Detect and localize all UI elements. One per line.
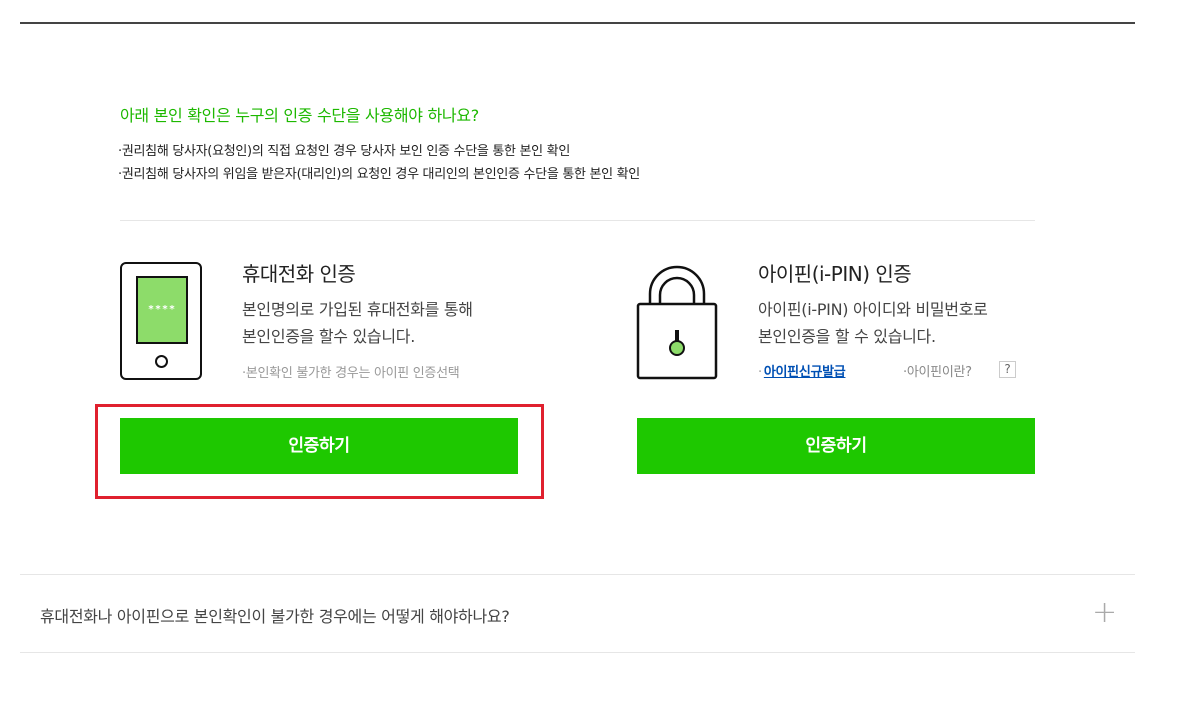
auth-rules-list: 권리침해 당사자(요청인)의 직접 요청인 경우 당사자 보인 인증 수단을 통…: [118, 140, 640, 186]
phone-auth-title: 휴대전화 인증: [242, 262, 356, 286]
padlock-icon: [636, 265, 718, 380]
phone-auth-note: 본인확인 불가한 경우는 아이핀 인증선택: [242, 362, 460, 381]
auth-rule-item: 권리침해 당사자의 위임을 받은자(대리인)의 요청인 경우 대리인의 본인인증…: [118, 163, 640, 186]
ipin-desc-line: 아이핀(i-PIN) 아이디와 비밀번호로: [758, 300, 988, 319]
faq-bottom-divider: [20, 652, 1135, 653]
ipin-auth-button[interactable]: 인증하기: [637, 418, 1035, 474]
phone-desc-line: 본인인증을 할수 있습니다.: [242, 327, 415, 346]
ipin-what-is-label: 아이핀이란?: [903, 361, 972, 380]
phone-screen: ****: [136, 276, 188, 344]
ipin-auth-title: 아이핀(i-PIN) 인증: [758, 262, 912, 286]
phone-desc-line: 본인명의로 가입된 휴대전화를 통해: [242, 300, 473, 319]
ipin-desc-line: 본인인증을 할 수 있습니다.: [758, 327, 936, 346]
phone-auth-description: 본인명의로 가입된 휴대전화를 통해 본인인증을 할수 있습니다.: [242, 296, 473, 350]
top-divider: [20, 22, 1135, 24]
section-divider: [120, 220, 1035, 221]
phone-auth-button[interactable]: 인증하기: [120, 418, 518, 474]
plus-icon[interactable]: +: [1092, 598, 1117, 628]
faq-question[interactable]: 휴대전화나 아이핀으로 본인확인이 불가한 경우에는 어떻게 해야하나요?: [40, 603, 510, 627]
faq-top-divider: [20, 574, 1135, 575]
ipin-help-button[interactable]: ?: [999, 361, 1016, 378]
phone-home-button: [155, 355, 168, 368]
ipin-auth-description: 아이핀(i-PIN) 아이디와 비밀번호로 본인인증을 할 수 있습니다.: [758, 296, 988, 350]
auth-question-heading: 아래 본인 확인은 누구의 인증 수단을 사용해야 하나요?: [120, 106, 479, 125]
auth-rule-item: 권리침해 당사자(요청인)의 직접 요청인 경우 당사자 보인 인증 수단을 통…: [118, 140, 640, 163]
ipin-new-issue-link[interactable]: 아이핀신규발급: [758, 361, 846, 380]
mobile-phone-icon: ****: [120, 262, 202, 380]
